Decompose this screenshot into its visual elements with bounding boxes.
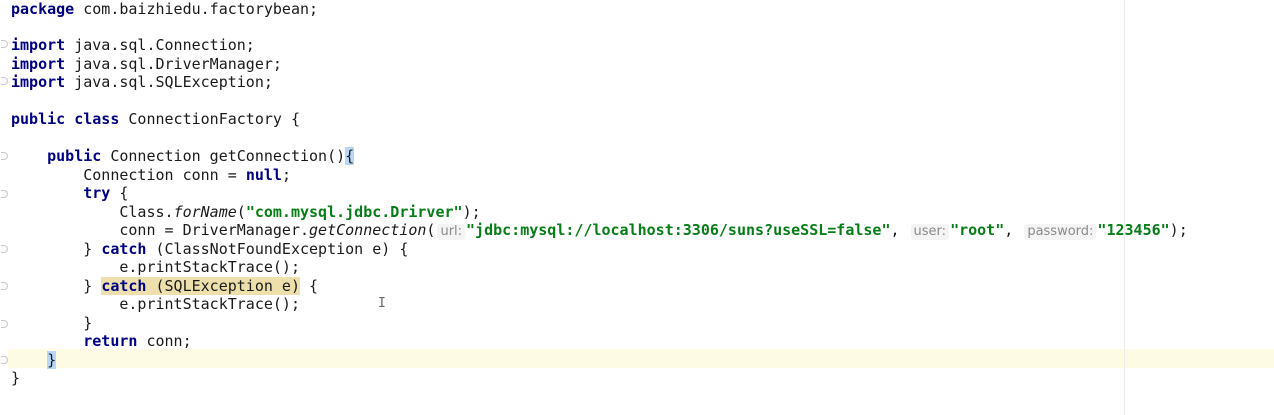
keyword-token: return (83, 332, 138, 350)
code-token: java.sql.Connection; (65, 36, 255, 54)
code-line[interactable]: import java.sql.SQLException; (11, 73, 273, 92)
fold-marker-icon[interactable] (1, 245, 8, 253)
code-token: java.sql.DriverManager; (65, 55, 282, 73)
code-line[interactable]: Class.forName("com.mysql.jdbc.Drirver"); (11, 203, 481, 222)
code-line[interactable]: } (11, 369, 20, 388)
static-method-token: getConnection (309, 221, 427, 239)
code-token: } (11, 314, 93, 332)
code-line[interactable]: try { (11, 184, 128, 203)
code-token: ( (426, 221, 436, 239)
fold-marker-icon[interactable] (1, 190, 8, 198)
code-line[interactable]: } (11, 351, 57, 370)
code-token: java.sql.SQLException; (65, 73, 273, 91)
code-token: ); (1169, 221, 1188, 239)
code-token: Class. (11, 203, 174, 221)
keyword-token: public class (11, 110, 120, 128)
code-token: ); (462, 203, 481, 221)
keyword-token: catch (101, 240, 147, 258)
current-line-highlight (0, 349, 1274, 368)
code-token: } (11, 240, 102, 258)
code-line[interactable]: package com.baizhiedu.factorybean; (11, 0, 318, 19)
fold-marker-icon[interactable] (1, 282, 8, 290)
code-line[interactable]: Connection conn = null; (11, 166, 291, 185)
matched-brace: { (345, 147, 355, 165)
code-token: conn; (137, 332, 192, 350)
code-token: } (11, 369, 21, 387)
code-token: { (110, 184, 129, 202)
right-margin-guide (1124, 0, 1125, 415)
keyword-token: public (47, 147, 102, 165)
code-line[interactable]: public class ConnectionFactory { (11, 110, 300, 129)
parameter-hint: password: (1024, 224, 1097, 240)
code-line[interactable]: import java.sql.DriverManager; (11, 55, 282, 74)
code-line[interactable]: } (11, 314, 92, 333)
code-token: ConnectionFactory { (119, 110, 300, 128)
code-token: e.printStackTrace(); (11, 295, 300, 313)
code-token: , (1004, 221, 1023, 239)
code-line[interactable]: } catch (SQLException e) { (11, 277, 318, 296)
parameter-hint: user: (910, 224, 950, 240)
code-token: (ClassNotFoundException e) { (146, 240, 409, 258)
string-literal: "root" (950, 221, 1005, 239)
code-line[interactable]: conn = DriverManager.getConnection(url: "… (11, 221, 1188, 240)
string-literal: "jdbc:mysql://localhost:3306/suns?useSSL… (466, 221, 891, 239)
keyword-token: import (11, 36, 66, 54)
matched-brace: } (47, 351, 57, 369)
keyword-token: package (11, 0, 75, 18)
code-line[interactable]: public Connection getConnection(){ (11, 147, 355, 166)
code-line[interactable]: } catch (ClassNotFoundException e) { (11, 240, 408, 259)
string-literal: "123456" (1097, 221, 1170, 239)
code-token: } (11, 277, 102, 295)
code-line[interactable]: return conn; (11, 332, 192, 351)
string-literal: "com.mysql.jdbc.Drirver" (245, 203, 463, 221)
code-token: Connection conn = (11, 166, 246, 184)
editor-gutter[interactable] (0, 0, 8, 415)
fold-marker-icon[interactable] (1, 152, 8, 160)
code-token: e.printStackTrace(); (11, 258, 300, 276)
code-token: , (890, 221, 909, 239)
code-token: Connection getConnection() (101, 147, 346, 165)
keyword-token: import (11, 55, 66, 73)
code-line[interactable]: import java.sql.Connection; (11, 36, 255, 55)
code-token: com.baizhiedu.factorybean; (74, 0, 319, 18)
code-token: { (300, 277, 319, 295)
keyword-token: null (245, 166, 282, 184)
parameter-hint: url: (437, 224, 466, 240)
highlighted-keyword: catch (101, 277, 147, 295)
code-token: ( (236, 203, 246, 221)
fold-marker-icon[interactable] (1, 356, 8, 364)
static-method-token: forName (173, 203, 237, 221)
text-cursor-icon: I (378, 296, 386, 311)
code-line[interactable]: e.printStackTrace(); (11, 295, 300, 314)
keyword-token: try (83, 184, 111, 202)
highlighted-text: (SQLException e) (146, 277, 300, 295)
code-editor[interactable]: package com.baizhiedu.factorybean; import… (0, 0, 1274, 415)
code-token: ; (281, 166, 291, 184)
fold-marker-icon[interactable] (1, 320, 8, 328)
code-token: conn = DriverManager. (11, 221, 310, 239)
fold-marker-icon[interactable] (1, 77, 8, 85)
fold-marker-icon[interactable] (1, 40, 8, 48)
keyword-token: import (11, 73, 66, 91)
code-line[interactable]: e.printStackTrace(); (11, 258, 300, 277)
